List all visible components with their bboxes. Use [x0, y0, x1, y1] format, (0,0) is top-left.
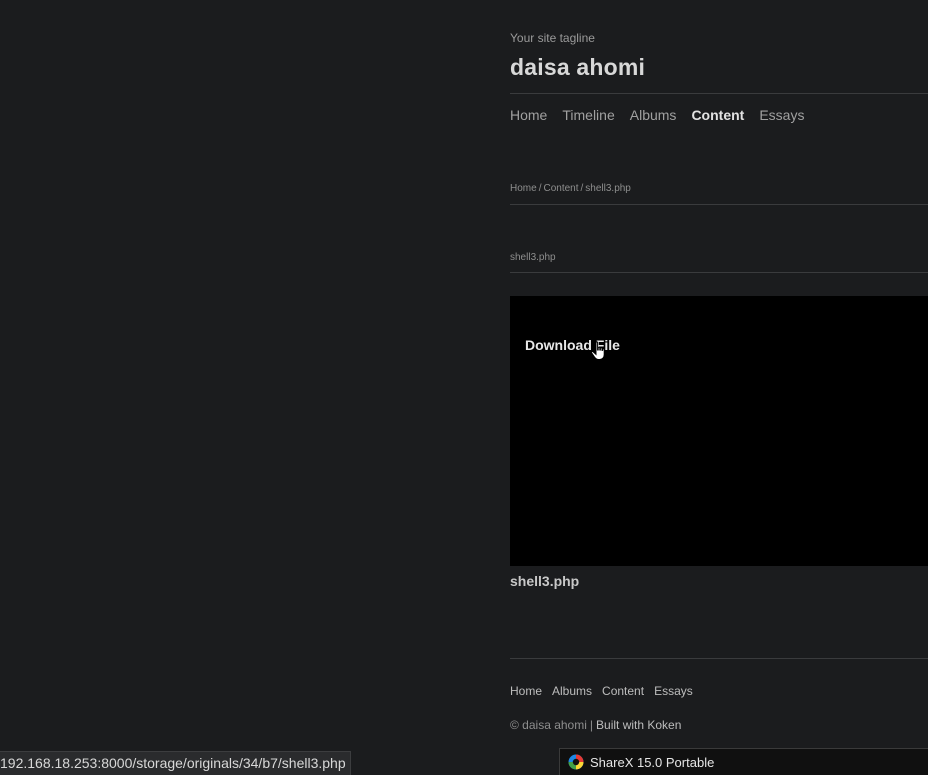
footer-copyright: © daisa ahomi | Built with Koken	[510, 718, 681, 732]
nav-item-albums[interactable]: Albums	[630, 107, 677, 123]
site-tagline: Your site tagline	[510, 31, 595, 45]
subtitle-divider	[510, 272, 928, 273]
nav-item-essays[interactable]: Essays	[759, 107, 804, 123]
taskbar-sharex-button[interactable]: ShareX 15.0 Portable	[559, 748, 928, 775]
sharex-icon	[568, 754, 584, 770]
footer-nav: Home Albums Content Essays	[510, 684, 693, 698]
nav-item-home[interactable]: Home	[510, 107, 547, 123]
file-preview-box: Download File	[510, 296, 928, 566]
footer-nav-albums[interactable]: Albums	[552, 684, 592, 698]
copyright-text: © daisa ahomi	[510, 718, 587, 732]
file-subtitle: shell3.php	[510, 252, 556, 263]
copyright-separator: |	[589, 718, 594, 732]
taskbar-app-label: ShareX 15.0 Portable	[590, 754, 715, 770]
breadcrumb-current: shell3.php	[585, 183, 631, 194]
browser-viewport: Your site tagline daisa ahomi Home Timel…	[0, 0, 928, 775]
main-nav: Home Timeline Albums Content Essays	[510, 107, 804, 123]
breadcrumb-home[interactable]: Home	[510, 183, 537, 194]
hand-pointer-icon	[590, 341, 605, 360]
footer-nav-home[interactable]: Home	[510, 684, 542, 698]
footer-divider	[510, 658, 928, 659]
nav-item-timeline[interactable]: Timeline	[562, 107, 614, 123]
file-caption: shell3.php	[510, 573, 580, 589]
breadcrumb-divider	[510, 204, 928, 205]
page-content-column: Your site tagline daisa ahomi Home Timel…	[510, 0, 928, 775]
link-status-bar: 192.168.18.253:8000/storage/originals/34…	[0, 751, 351, 775]
header-divider	[510, 93, 928, 94]
footer-nav-content[interactable]: Content	[602, 684, 644, 698]
built-with-koken-link[interactable]: Built with Koken	[596, 718, 681, 732]
footer-nav-essays[interactable]: Essays	[654, 684, 693, 698]
site-title[interactable]: daisa ahomi	[510, 54, 645, 81]
nav-item-content[interactable]: Content	[691, 107, 744, 123]
breadcrumb: Home / Content / shell3.php	[510, 183, 631, 194]
breadcrumb-content[interactable]: Content	[543, 183, 578, 194]
